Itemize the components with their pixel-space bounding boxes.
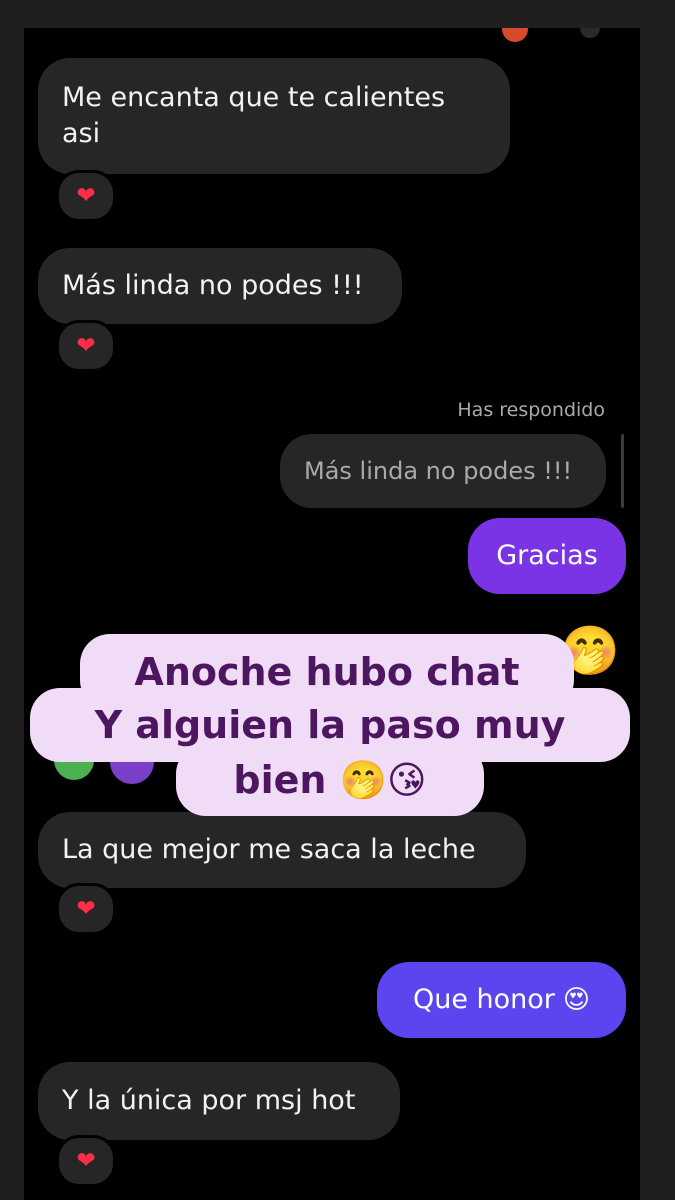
overlay-caption-line3: bien 🤭😘 (176, 744, 484, 816)
quoted-message[interactable]: Más linda no podes !!! (280, 434, 606, 508)
partial-reaction-icon (580, 28, 600, 38)
reply-label: Has respondido (457, 399, 605, 421)
quoted-text: Más linda no podes !!! (304, 457, 573, 485)
heart-reaction[interactable]: ❤ (56, 883, 116, 935)
incoming-message[interactable]: Me encanta que te calientes asi (38, 58, 510, 174)
message-text: Que honor (412, 984, 555, 1015)
outgoing-message[interactable]: Gracias (468, 518, 626, 594)
incoming-message[interactable]: Más linda no podes !!! (38, 248, 402, 324)
top-strip (24, 0, 640, 28)
message-text: Más linda no podes !!! (62, 270, 364, 301)
right-gutter (640, 0, 675, 1200)
heart-icon: ❤ (76, 1147, 96, 1174)
heart-reaction[interactable]: ❤ (56, 1135, 116, 1187)
heart-icon: ❤ (76, 895, 96, 922)
outgoing-message[interactable]: Que honor 😍 (377, 962, 626, 1038)
message-text: La que mejor me saca la leche (62, 834, 476, 865)
heart-icon: ❤ (76, 182, 96, 209)
heart-reaction[interactable]: ❤ (56, 320, 116, 372)
heart-eyes-emoji-icon: 😍 (562, 985, 591, 1015)
message-text: Gracias (496, 540, 598, 571)
incoming-message[interactable]: La que mejor me saca la leche (38, 812, 526, 888)
chat-thread[interactable]: Me encanta que te calientes asi ❤ Más li… (24, 28, 640, 1200)
incoming-message[interactable]: Y la única por msj hot (38, 1062, 400, 1140)
message-text: Me encanta que te calientes asi (62, 82, 446, 149)
heart-icon: ❤ (76, 332, 96, 359)
partial-reaction-icon (502, 28, 528, 42)
heart-reaction[interactable]: ❤ (56, 170, 116, 222)
message-text: Y la única por msj hot (62, 1085, 356, 1116)
reply-indicator-bar (621, 434, 624, 508)
left-gutter (0, 0, 24, 1200)
